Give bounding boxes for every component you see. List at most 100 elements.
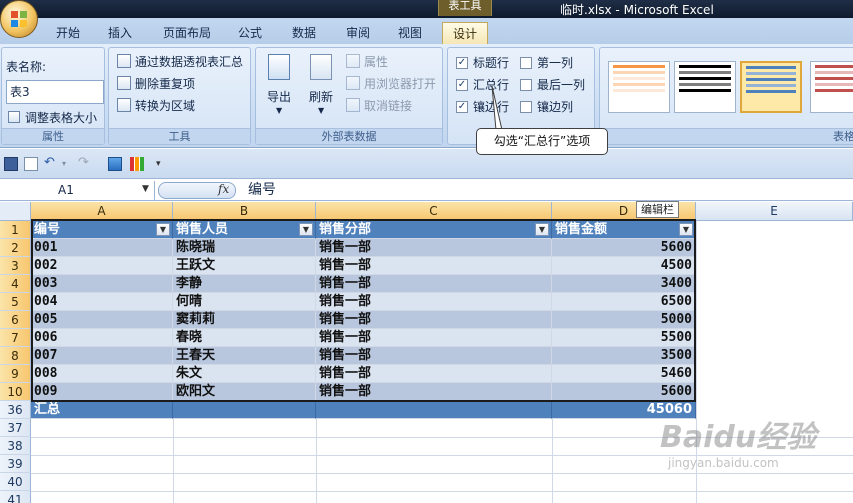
customize-toolbar-icon[interactable]: ▾ — [156, 157, 170, 171]
banded-rows-checkbox[interactable]: ✓ — [456, 101, 468, 113]
table-cell[interactable]: 窦莉莉 — [173, 311, 316, 329]
table-cell[interactable]: 006 — [31, 329, 173, 347]
column-header-a[interactable]: A — [31, 202, 173, 221]
open-in-browser-button[interactable]: 用浏览器打开 — [364, 75, 436, 92]
row-header[interactable]: 5 — [0, 293, 31, 311]
refresh-dropdown-icon[interactable]: ▼ — [318, 106, 324, 115]
table-cell[interactable]: 009 — [31, 383, 173, 401]
table-cell[interactable]: 何晴 — [173, 293, 316, 311]
table-header-division[interactable]: 销售分部 ▼ — [316, 221, 552, 239]
banded-columns-checkbox[interactable] — [520, 101, 532, 113]
table-cell[interactable]: 5600 — [552, 239, 696, 257]
office-button[interactable] — [0, 0, 38, 38]
table-cell[interactable]: 朱文 — [173, 365, 316, 383]
table-name-input[interactable]: 表3 — [6, 80, 104, 104]
last-column-checkbox[interactable] — [520, 79, 532, 91]
table-style-red[interactable] — [810, 61, 853, 113]
table-cell[interactable]: 王跃文 — [173, 257, 316, 275]
row-header[interactable]: 37 — [0, 419, 31, 437]
table-cell[interactable]: 李静 — [173, 275, 316, 293]
row-header[interactable]: 1 — [0, 221, 31, 239]
row-header[interactable]: 9 — [0, 365, 31, 383]
total-row-empty[interactable] — [173, 401, 316, 419]
table-cell[interactable]: 销售一部 — [316, 239, 552, 257]
undo-icon[interactable]: ↶ — [44, 156, 58, 171]
table-cell[interactable]: 5460 — [552, 365, 696, 383]
table-cell[interactable]: 王春天 — [173, 347, 316, 365]
summarize-pivot-button[interactable]: 通过数据透视表汇总 — [135, 53, 243, 70]
table-cell[interactable]: 销售一部 — [316, 383, 552, 401]
export-dropdown-icon[interactable]: ▼ — [276, 106, 282, 115]
redo-icon[interactable]: ↷ — [78, 156, 92, 171]
row-header[interactable]: 10 — [0, 383, 31, 401]
table-cell[interactable]: 4500 — [552, 257, 696, 275]
row-header[interactable]: 39 — [0, 455, 31, 473]
tab-insert[interactable]: 插入 — [100, 22, 140, 44]
table-cell[interactable]: 欧阳文 — [173, 383, 316, 401]
filter-active-icon[interactable]: ▼ — [535, 223, 549, 236]
filter-dropdown-icon[interactable]: ▼ — [299, 223, 313, 236]
table-cell[interactable]: 002 — [31, 257, 173, 275]
table-header-id[interactable]: 编号 ▼ — [31, 221, 173, 239]
table-style-blue-selected[interactable] — [740, 61, 802, 113]
unlink-button[interactable]: 取消链接 — [364, 97, 412, 114]
row-header[interactable]: 38 — [0, 437, 31, 455]
tab-home[interactable]: 开始 — [46, 22, 90, 44]
export-button[interactable]: 导出 — [267, 88, 291, 105]
table-cell[interactable]: 销售一部 — [316, 275, 552, 293]
refresh-button[interactable]: 刷新 — [309, 88, 333, 105]
table-cell[interactable]: 005 — [31, 311, 173, 329]
remove-duplicates-button[interactable]: 删除重复项 — [135, 75, 195, 92]
table-cell[interactable]: 销售一部 — [316, 311, 552, 329]
column-header-e[interactable]: E — [696, 202, 853, 221]
tab-data[interactable]: 数据 — [282, 22, 326, 44]
new-document-icon[interactable] — [24, 157, 38, 171]
column-header-c[interactable]: C — [316, 202, 552, 221]
table-cell[interactable]: 001 — [31, 239, 173, 257]
table-cell[interactable]: 3400 — [552, 275, 696, 293]
table-cell[interactable]: 3500 — [552, 347, 696, 365]
table-cell[interactable]: 陈晓瑞 — [173, 239, 316, 257]
table-header-salesperson[interactable]: 销售人员 ▼ — [173, 221, 316, 239]
table-cell[interactable]: 销售一部 — [316, 347, 552, 365]
row-header[interactable]: 3 — [0, 257, 31, 275]
total-row-empty[interactable] — [316, 401, 552, 419]
table-cell[interactable]: 007 — [31, 347, 173, 365]
table-cell[interactable]: 5000 — [552, 311, 696, 329]
table-cell[interactable]: 004 — [31, 293, 173, 311]
table-cell[interactable]: 销售一部 — [316, 293, 552, 311]
table-cell[interactable]: 春晓 — [173, 329, 316, 347]
total-row-label[interactable]: 汇总 — [31, 401, 173, 419]
external-properties-button[interactable]: 属性 — [364, 53, 388, 70]
tab-design[interactable]: 设计 — [442, 22, 488, 44]
insert-function-button[interactable]: fx — [218, 182, 229, 196]
name-box[interactable]: A1 — [0, 181, 155, 200]
table-cell[interactable]: 003 — [31, 275, 173, 293]
tab-formulas[interactable]: 公式 — [228, 22, 272, 44]
filter-dropdown-icon[interactable]: ▼ — [679, 223, 693, 236]
table-cell[interactable]: 销售一部 — [316, 257, 552, 275]
column-header-b[interactable]: B — [173, 202, 316, 221]
resize-table-button[interactable]: 调整表格大小 — [25, 109, 97, 126]
name-box-dropdown-icon[interactable]: ▼ — [142, 184, 149, 194]
undo-dropdown-icon[interactable]: ▾ — [62, 157, 76, 171]
tab-view[interactable]: 视图 — [390, 22, 430, 44]
chart-icon[interactable] — [130, 157, 144, 171]
total-row-checkbox[interactable]: ✓ — [456, 79, 468, 91]
table-cell[interactable]: 5500 — [552, 329, 696, 347]
tab-page-layout[interactable]: 页面布局 — [154, 22, 220, 44]
row-header[interactable]: 2 — [0, 239, 31, 257]
table-cell[interactable]: 008 — [31, 365, 173, 383]
table-style-black[interactable] — [674, 61, 736, 113]
table-cell[interactable]: 5600 — [552, 383, 696, 401]
formula-input[interactable]: 编号 — [248, 181, 276, 200]
row-header[interactable]: 7 — [0, 329, 31, 347]
row-header[interactable]: 40 — [0, 473, 31, 491]
row-header[interactable]: 41 — [0, 491, 31, 503]
save-icon[interactable] — [4, 157, 18, 171]
header-row-checkbox[interactable]: ✓ — [456, 57, 468, 69]
table-style-orange[interactable] — [608, 61, 670, 113]
first-column-checkbox[interactable] — [520, 57, 532, 69]
table-cell[interactable]: 销售一部 — [316, 365, 552, 383]
table-header-amount[interactable]: 销售金额 ▼ — [552, 221, 696, 239]
